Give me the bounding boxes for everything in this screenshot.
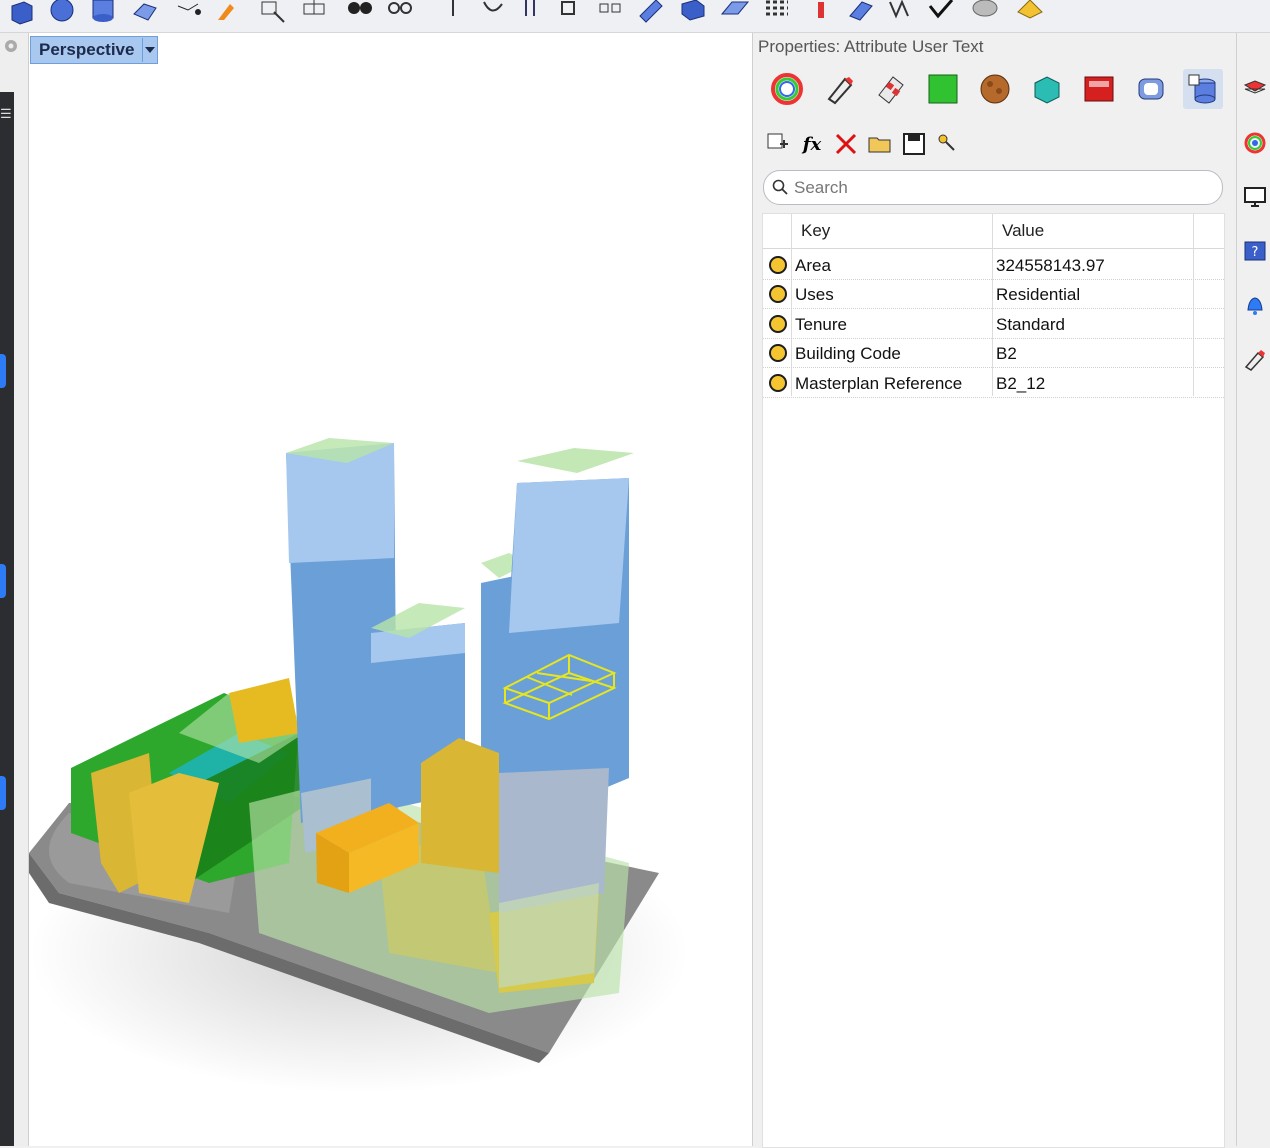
cylinder-icon[interactable] xyxy=(88,0,118,26)
properties-page-tabs xyxy=(767,69,1223,109)
material-brush-icon[interactable] xyxy=(819,69,859,109)
curve-icon[interactable] xyxy=(478,0,508,26)
layers-icon[interactable] xyxy=(1243,77,1267,101)
round-edge-icon[interactable] xyxy=(1027,69,1067,109)
extrude-icon[interactable] xyxy=(516,0,546,26)
display-monitor-icon[interactable] xyxy=(1243,185,1267,209)
texture-mapping-icon[interactable] xyxy=(871,69,911,109)
row-key[interactable]: Building Code xyxy=(795,338,901,367)
sphere-icon[interactable] xyxy=(46,0,76,26)
sweep-icon[interactable] xyxy=(846,0,876,26)
pin-icon[interactable] xyxy=(438,0,468,26)
table-header: Key Value xyxy=(763,214,1224,249)
menu-icon[interactable]: ☰ xyxy=(0,106,12,122)
decal-sphere-icon[interactable] xyxy=(975,69,1015,109)
row-status-dot-icon xyxy=(769,256,787,274)
cloud-icon[interactable] xyxy=(970,0,1000,26)
plane-icon[interactable] xyxy=(720,0,750,26)
user-text-cylinder-icon[interactable] xyxy=(1183,69,1223,109)
row-value[interactable]: Residential xyxy=(996,279,1080,308)
notifications-bell-icon[interactable] xyxy=(1243,293,1267,317)
row-value[interactable]: 324558143.97 xyxy=(996,250,1105,279)
main-toolbar xyxy=(0,0,1270,33)
search-icon xyxy=(772,179,788,195)
row-value[interactable]: Standard xyxy=(996,309,1065,338)
points-icon[interactable] xyxy=(174,0,204,26)
gumball-icon[interactable] xyxy=(806,0,836,26)
row-value[interactable]: B2_12 xyxy=(996,368,1045,397)
row-key[interactable]: Uses xyxy=(795,279,834,308)
row-status-dot-icon xyxy=(769,374,787,392)
help-icon[interactable]: ? xyxy=(1243,239,1267,263)
dark-side-panel: ☰ xyxy=(0,92,14,1146)
row-key[interactable]: Masterplan Reference xyxy=(795,368,962,397)
table-row[interactable]: Tenure Standard xyxy=(763,309,1224,339)
surface-green-icon[interactable] xyxy=(923,69,963,109)
transform-arrow-icon[interactable] xyxy=(214,0,244,26)
viewport-tab-label: Perspective xyxy=(39,40,135,59)
user-text-toolbar: fx xyxy=(765,131,961,157)
right-panel-tabs: ? xyxy=(1236,33,1270,1146)
tower-4-roof xyxy=(517,448,634,473)
search-field[interactable] xyxy=(763,170,1223,205)
table-row[interactable]: Area 324558143.97 xyxy=(763,250,1224,280)
column-header-value[interactable]: Value xyxy=(1002,214,1044,248)
view-icon[interactable] xyxy=(386,0,416,26)
check-icon[interactable] xyxy=(926,0,956,26)
side-tab-marker[interactable] xyxy=(0,564,6,598)
edit-pencil-icon[interactable] xyxy=(636,0,666,26)
row-status-dot-icon xyxy=(769,344,787,362)
surface-icon[interactable] xyxy=(130,0,160,26)
viewport-tab-perspective[interactable]: Perspective xyxy=(30,36,159,64)
chevron-down-icon[interactable] xyxy=(142,38,158,62)
link-key-icon[interactable] xyxy=(935,131,961,157)
box-icon[interactable] xyxy=(6,0,36,26)
row-status-dot-icon xyxy=(769,285,787,303)
analyze-icon[interactable] xyxy=(258,0,288,26)
array-icon[interactable] xyxy=(596,0,626,26)
pyramid-icon[interactable] xyxy=(1014,0,1044,26)
save-disk-icon[interactable] xyxy=(901,131,927,157)
user-text-table: Key Value Area 324558143.97 Uses Residen… xyxy=(762,213,1225,1148)
side-tab-marker[interactable] xyxy=(0,776,6,810)
side-tab-marker[interactable] xyxy=(0,354,6,388)
rendering-brush-icon[interactable] xyxy=(1243,347,1267,371)
delete-x-icon[interactable] xyxy=(833,131,859,157)
formula-fx-icon[interactable]: fx xyxy=(799,131,825,157)
properties-panel: Properties: Attribute User Text fx Searc… xyxy=(752,33,1262,1148)
block-yellow xyxy=(229,678,299,743)
row-key[interactable]: Tenure xyxy=(795,309,847,338)
tower-4-top xyxy=(509,478,629,633)
section-box-icon[interactable] xyxy=(1079,69,1119,109)
row-key[interactable]: Area xyxy=(795,250,831,279)
column-header-key[interactable]: Key xyxy=(801,214,830,248)
render-icon[interactable] xyxy=(344,0,374,26)
solid-box-icon[interactable] xyxy=(678,0,708,26)
open-folder-icon[interactable] xyxy=(867,131,893,157)
perspective-viewport[interactable]: Perspective xyxy=(28,33,752,1146)
table-row[interactable]: Building Code B2 xyxy=(763,338,1224,368)
add-key-icon[interactable] xyxy=(765,131,791,157)
network-srf-icon[interactable] xyxy=(886,0,916,26)
block-mustard xyxy=(421,738,499,873)
shell-icon[interactable] xyxy=(1131,69,1171,109)
3d-scene[interactable] xyxy=(29,33,752,1146)
svg-text:?: ? xyxy=(1252,245,1259,260)
gear-icon[interactable] xyxy=(2,37,20,55)
object-color-wheel-icon[interactable] xyxy=(767,69,807,109)
row-value[interactable]: B2 xyxy=(996,338,1017,367)
table-row[interactable]: Uses Residential xyxy=(763,279,1224,309)
search-input[interactable] xyxy=(792,174,1216,202)
grid-icon[interactable] xyxy=(762,0,792,26)
row-status-dot-icon xyxy=(769,315,787,333)
panel-title: Properties: Attribute User Text xyxy=(758,37,984,56)
table-row[interactable]: Masterplan Reference B2_12 xyxy=(763,368,1224,398)
fillet-icon[interactable] xyxy=(556,0,586,26)
drafting-icon[interactable] xyxy=(300,0,330,26)
color-wheel-icon[interactable] xyxy=(1243,131,1267,155)
